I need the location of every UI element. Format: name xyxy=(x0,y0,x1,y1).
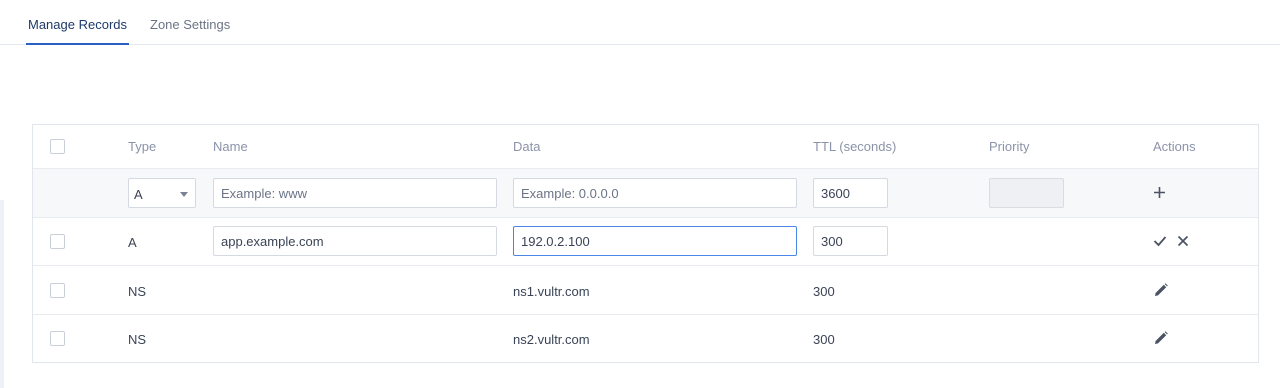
record-data: ns1.vultr.com xyxy=(513,284,590,299)
column-header-priority[interactable]: Priority xyxy=(989,139,1029,154)
row-checkbox[interactable] xyxy=(50,283,65,298)
tab-manage-records[interactable]: Manage Records xyxy=(26,0,129,45)
pencil-icon[interactable] xyxy=(1154,283,1168,297)
table-row-editing: A xyxy=(33,217,1258,265)
record-ttl: 300 xyxy=(813,284,835,299)
new-record-priority-input xyxy=(989,178,1064,208)
record-ttl: 300 xyxy=(813,332,835,347)
check-icon[interactable] xyxy=(1153,235,1167,247)
chevron-down-icon xyxy=(180,192,188,197)
page-left-edge xyxy=(0,200,4,388)
edit-record-name-input[interactable] xyxy=(213,226,497,256)
column-header-ttl[interactable]: TTL (seconds) xyxy=(813,139,896,154)
row-checkbox[interactable] xyxy=(50,331,65,346)
add-record-row: A xyxy=(33,168,1258,217)
new-record-data-input[interactable] xyxy=(513,178,797,208)
plus-icon[interactable] xyxy=(1153,186,1166,199)
tab-zone-settings[interactable]: Zone Settings xyxy=(150,0,230,44)
table-row: NS ns1.vultr.com 300 xyxy=(33,265,1258,314)
column-header-actions: Actions xyxy=(1153,139,1196,154)
close-icon[interactable] xyxy=(1177,235,1189,247)
column-header-type[interactable]: Type xyxy=(128,139,156,154)
pencil-icon[interactable] xyxy=(1154,331,1168,345)
record-type: NS xyxy=(128,284,147,299)
table-row: NS ns2.vultr.com 300 xyxy=(33,314,1258,362)
new-record-ttl-input[interactable] xyxy=(813,178,888,208)
record-type-select[interactable]: A xyxy=(128,178,196,208)
new-record-name-input[interactable] xyxy=(213,178,497,208)
column-header-data[interactable]: Data xyxy=(513,139,540,154)
edit-record-data-input[interactable] xyxy=(513,226,797,256)
edit-record-ttl-input[interactable] xyxy=(813,226,888,256)
record-type-select-value: A xyxy=(134,187,143,202)
tab-bar: Manage Records Zone Settings xyxy=(0,0,1280,45)
record-type: NS xyxy=(128,332,147,347)
select-all-checkbox[interactable] xyxy=(50,139,65,154)
record-type: A xyxy=(128,235,137,250)
table-header-row: Type Name Data TTL (seconds) Priority Ac… xyxy=(33,125,1258,168)
column-header-name[interactable]: Name xyxy=(213,139,248,154)
row-checkbox[interactable] xyxy=(50,234,65,249)
record-data: ns2.vultr.com xyxy=(513,332,590,347)
dns-records-table: Type Name Data TTL (seconds) Priority Ac… xyxy=(32,124,1259,363)
